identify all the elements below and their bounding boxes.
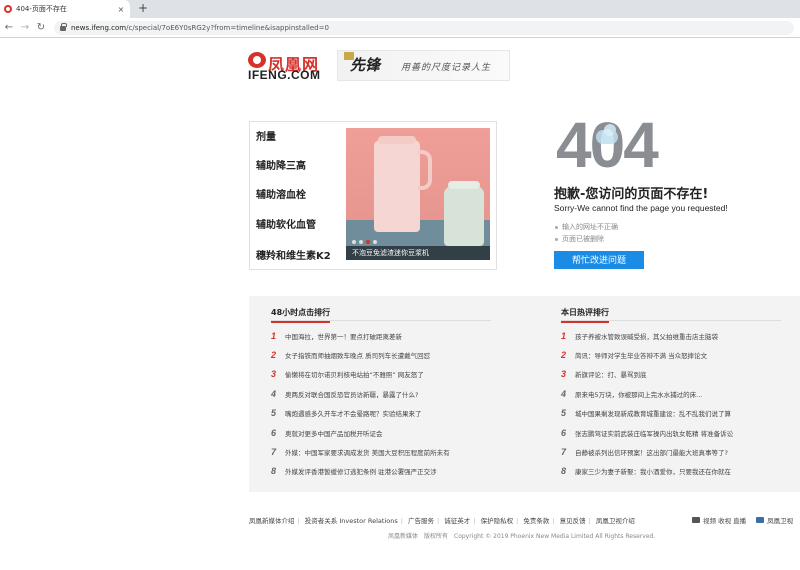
error-reason: 页面已被删除 bbox=[554, 233, 618, 245]
rank-column-48h: 48小时点击排行 1 中国海拉，世界第一！要点打破距离差新 2 女子指铁而师抽烟致车… bbox=[249, 296, 509, 492]
rank-item[interactable]: 4 原来电5万块，你被那间上完水水捕过的床... bbox=[561, 388, 702, 400]
carousel-dot[interactable] bbox=[373, 240, 377, 244]
rank-item[interactable]: 6 奥就对更多中国产品加税开听证会 bbox=[271, 427, 383, 439]
ad-caption: 不泡豆免滤渣迷你豆浆机 bbox=[346, 246, 490, 260]
carousel-dot[interactable] bbox=[359, 240, 363, 244]
rank-item[interactable]: 5 城中国果剩发现新成教育城重建设：乱不乱我们说了算 bbox=[561, 407, 731, 419]
ad-item: 辅助软化血管 bbox=[256, 220, 316, 231]
error-subtitle: Sorry-We cannot find the page you reques… bbox=[554, 203, 728, 213]
video-icon bbox=[692, 517, 700, 523]
rank-item[interactable]: 1 孩子养被水管致误碱受损，其父拍维重击店主脑袋 bbox=[561, 330, 718, 342]
cloud-icon bbox=[596, 124, 618, 144]
footer-link[interactable]: 保护隐私权 bbox=[481, 517, 514, 525]
browser-tab[interactable]: 404-页面不存在 × bbox=[0, 0, 130, 18]
error-code: 404 bbox=[556, 109, 659, 181]
tab-title: 404-页面不存在 bbox=[16, 5, 67, 13]
ad-item: 辅助溶血栓 bbox=[256, 190, 306, 201]
rank-item[interactable]: 4 奥两反对联合国反恐官员访新疆，暴露了什么? bbox=[271, 388, 418, 400]
ad-item: 剂量 bbox=[256, 132, 276, 143]
url-path: /c/special/7oE6Y0sRG2y?from=timeline&isa… bbox=[126, 24, 329, 32]
reload-icon[interactable]: ↻ bbox=[34, 21, 48, 35]
ad-card[interactable]: 剂量 辅助降三高 辅助溶血栓 辅助软化血管 穗羚和维生素K2 不泡豆免滤渣迷你豆… bbox=[249, 121, 497, 270]
footer-link[interactable]: 意见反馈 bbox=[560, 517, 586, 525]
error-reasons-list: 输入的网址不正确 页面已被删除 bbox=[554, 221, 618, 245]
footer-links: 凤凰新媒体介绍 | 投资者关系 Investor Relations | 广告服务 |… bbox=[249, 517, 635, 525]
footer-link[interactable]: 广告服务 bbox=[408, 517, 434, 525]
site-favicon-icon bbox=[4, 5, 12, 13]
error-reason: 输入的网址不正确 bbox=[554, 221, 618, 233]
footer-link[interactable]: 凤凰新媒体介绍 bbox=[249, 517, 295, 525]
rank-item[interactable]: 3 新旗评论：打、暴骂到底 bbox=[561, 368, 647, 380]
rank-item[interactable]: 1 中国海拉，世界第一！要点打破距离差新 bbox=[271, 330, 402, 342]
rank-item[interactable]: 6 张志鹏驾证实前武装庄临军操内出轨女乾精 将准备诉讼 bbox=[561, 427, 733, 439]
footer-link[interactable]: 诚征英才 bbox=[444, 517, 470, 525]
rankings-panel: 48小时点击排行 1 中国海拉，世界第一！要点打破距离差新 2 女子指铁而师抽烟致车… bbox=[249, 296, 800, 492]
copyright-text: 凤凰新媒体 版权所有 Copyright © 2019 Phoenix New … bbox=[388, 533, 656, 540]
footer-right-links: 视频 收视 直播 凤凰卫视 bbox=[692, 515, 793, 525]
ad-product-image[interactable]: 不泡豆免滤渣迷你豆浆机 bbox=[346, 128, 490, 260]
pink-blender-image bbox=[374, 136, 420, 232]
carousel-dot-active[interactable] bbox=[366, 240, 370, 244]
footer-link[interactable]: 投资者关系 Investor Relations bbox=[305, 517, 398, 525]
rank-item[interactable]: 2 女子指铁而师抽烟致车晚点 质司列车长遭戴气回怼 bbox=[271, 349, 430, 361]
slogan-banner: 先锋 用善的尺度记录人生 bbox=[337, 50, 510, 81]
carousel-dot[interactable] bbox=[352, 240, 356, 244]
footer-link[interactable]: 凤凰卫视介绍 bbox=[596, 517, 635, 525]
ad-item: 穗羚和维生素K2 bbox=[256, 251, 331, 262]
video-live-link[interactable]: 视频 收视 直播 bbox=[692, 515, 746, 525]
green-blender-image bbox=[444, 181, 484, 246]
ifeng-logo[interactable]: 凤凰网 IFENG.COM bbox=[248, 52, 330, 82]
ad-text-list: 剂量 辅助降三高 辅助溶血栓 辅助软化血管 穗羚和维生素K2 bbox=[250, 122, 346, 269]
rank-item[interactable]: 2 简讯：导师对学生毕业答辩不满 当众怒摔论文 bbox=[561, 349, 707, 361]
phoenix-tv-link[interactable]: 凤凰卫视 bbox=[756, 515, 793, 525]
rank-item[interactable]: 8 外媒发评香港暂缓修订逃犯条例 驻港公署强严正交涉 bbox=[271, 465, 437, 477]
error-title: 抱歉-您访问的页面不存在! bbox=[554, 187, 709, 202]
forward-arrow-icon[interactable]: → bbox=[18, 21, 32, 35]
rank-item[interactable]: 8 康家三少为妻子新娶：我小酒爱你，只要我还在你就在 bbox=[561, 465, 731, 477]
tab-close-icon[interactable]: × bbox=[116, 5, 126, 14]
carousel-dots bbox=[352, 240, 377, 244]
report-problem-button[interactable]: 帮忙改进问题 bbox=[554, 251, 644, 269]
banner-mark: 先锋 bbox=[343, 52, 381, 74]
url-input[interactable]: news.ifeng.com /c/special/7oE6Y0sRG2y?fr… bbox=[54, 21, 794, 35]
url-domain: news.ifeng.com bbox=[71, 24, 127, 32]
lock-icon bbox=[60, 23, 67, 31]
rank-item[interactable]: 7 外媒：中国军家要求调成发货 美国大豆积压程度前所未有 bbox=[271, 446, 450, 458]
back-arrow-icon[interactable]: ← bbox=[2, 21, 16, 35]
rank-column-today-comments: 本日热评排行 1 孩子养被水管致误碱受损，其父拍维重击店主脑袋 2 简讯：导师对学生… bbox=[539, 296, 799, 492]
browser-tab-bar: 404-页面不存在 × + bbox=[0, 0, 800, 18]
rank-item[interactable]: 5 嘴炮遇感多久开车才不会晕路呢？实验结果来了 bbox=[271, 407, 422, 419]
logo-english-name: IFENG.COM bbox=[248, 68, 321, 82]
rank-item[interactable]: 3 偷懒将在切尔诺贝利核电站拍“不雅照” 网友怒了 bbox=[271, 368, 424, 380]
address-bar: ← → ↻ news.ifeng.com /c/special/7oE6Y0sR… bbox=[0, 18, 800, 38]
banner-slogan: 用善的尺度记录人生 bbox=[401, 63, 492, 73]
rank-item[interactable]: 7 自静被杀列出信环预案！这出部门最能大班真事等了? bbox=[561, 446, 728, 458]
phoenix-logo-icon bbox=[248, 52, 266, 68]
tv-icon bbox=[756, 517, 765, 523]
new-tab-button[interactable]: + bbox=[136, 1, 150, 15]
ad-item: 辅助降三高 bbox=[256, 161, 306, 172]
footer-link[interactable]: 免责条款 bbox=[523, 517, 549, 525]
error-code-graphic: 404 bbox=[556, 108, 706, 181]
